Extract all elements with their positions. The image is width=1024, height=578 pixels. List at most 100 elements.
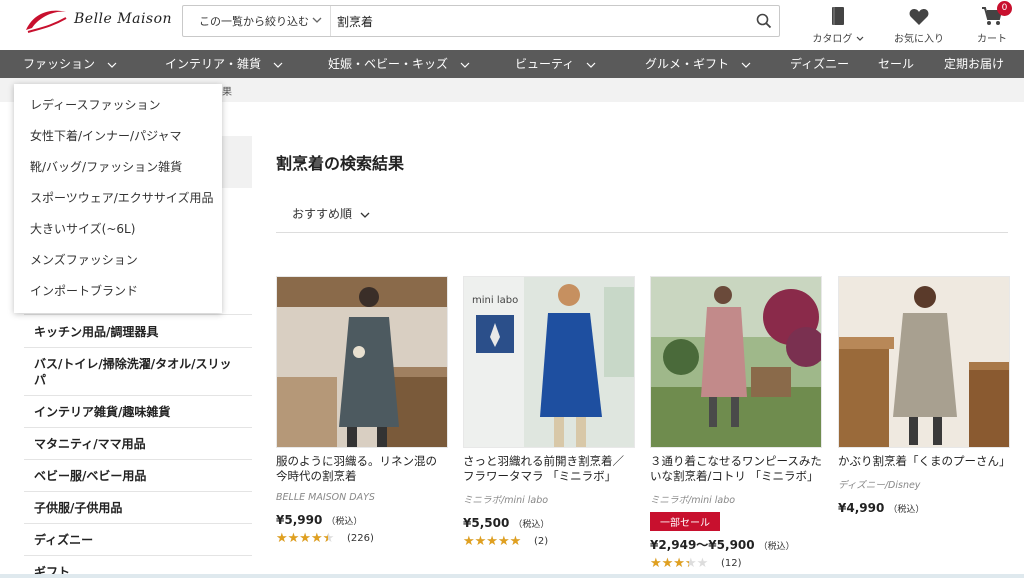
filter-select[interactable]: この一覧から絞り込む: [183, 6, 331, 36]
heart-icon: [909, 9, 929, 25]
product-brand: ミニラボ/mini labo: [463, 495, 549, 506]
nav-item-label: インテリア・雑貨: [165, 57, 262, 71]
category-nav: ファッション インテリア・雑貨 妊娠・ベビー・キッズ ビューティ グルメ・ギフト…: [0, 50, 1024, 78]
sale-badge: 一部セール: [650, 512, 720, 531]
star-rating-icon: ★★★★★★★★★★: [276, 532, 335, 545]
dropdown-item-shoes-bags[interactable]: 靴/バッグ/ファッション雑貨: [14, 152, 222, 183]
nav-item-label: ファッション: [23, 57, 96, 71]
review-count[interactable]: (12): [721, 558, 742, 569]
sidebar-item-label: マタニティ/ママ用品: [34, 437, 146, 451]
fashion-dropdown-menu: レディースファッション 女性下着/インナー/パジャマ 靴/バッグ/ファッション雑…: [14, 84, 222, 313]
product-price: ¥5,990: [276, 513, 323, 527]
product-name[interactable]: かぶり割烹着「くまのプーさん」: [838, 454, 1011, 469]
product-photo-flower-apron: mini labo: [464, 277, 634, 447]
dropdown-item-sportswear[interactable]: スポーツウェア/エクササイズ用品: [14, 183, 222, 214]
sidebar-item-label: キッチン用品/調理器具: [34, 324, 159, 339]
dropdown-item-large-size[interactable]: 大きいサイズ(~6L): [14, 214, 222, 245]
chevron-down-icon: [460, 62, 470, 68]
nav-item-label: セール: [878, 57, 915, 71]
product-photo-pooh-apron: [839, 277, 1009, 447]
chevron-down-icon: [586, 62, 596, 68]
product-name[interactable]: さっと羽織れる前開き割烹着／フラワータマラ 「ミニラボ」: [463, 454, 635, 484]
sidebar-item-label: バス/トイレ/掃除洗濯/タオル/スリッパ: [34, 356, 232, 387]
nav-item-sale[interactable]: セール: [878, 50, 914, 78]
nav-item-interior[interactable]: インテリア・雑貨: [165, 50, 283, 78]
sidebar-item-label: ベビー服/ベビー用品: [34, 469, 147, 483]
dropdown-item-mens[interactable]: メンズファッション: [14, 245, 222, 276]
product-brand: BELLE MAISON DAYS: [276, 492, 375, 503]
nav-item-label: 定期お届け: [944, 57, 1005, 71]
bottom-edge: [0, 574, 1024, 578]
divider: [276, 232, 1008, 233]
product-image[interactable]: mini labo: [463, 276, 635, 448]
product-price: ¥4,990: [838, 501, 885, 515]
review-count[interactable]: (2): [534, 536, 548, 547]
favorites-label: お気に入り: [894, 34, 944, 45]
product-price: ¥2,949〜¥5,900: [650, 538, 755, 552]
tax-label: （税込）: [513, 520, 550, 530]
product-name[interactable]: ３通り着こなせるワンピースみたいな割烹着/コトリ 「ミニラボ」: [650, 454, 822, 484]
nav-item-fashion[interactable]: ファッション: [23, 50, 117, 78]
product-rating: ★★★★★★★★★★ (12): [650, 557, 822, 570]
product-name[interactable]: 服のように羽織る。リネン混の今時代の割烹着: [276, 454, 448, 484]
cart-button[interactable]: 0 カート: [957, 1, 1024, 45]
product-image[interactable]: [838, 276, 1010, 448]
product-card[interactable]: 服のように羽織る。リネン混の今時代の割烹着 BELLE MAISON DAYS …: [276, 276, 448, 545]
sidebar-item-maternity[interactable]: マタニティ/ママ用品: [24, 427, 252, 459]
cart-count-badge: 0: [997, 1, 1012, 16]
product-price: ¥5,500: [463, 516, 510, 530]
nav-item-gourmet-gift[interactable]: グルメ・ギフト: [645, 50, 751, 78]
sidebar-item-label: 子供服/子供用品: [34, 501, 123, 515]
nav-item-disney[interactable]: ディズニー: [790, 50, 849, 78]
product-image[interactable]: [276, 276, 448, 448]
logo[interactable]: Belle Maison: [22, 6, 172, 36]
nav-item-subscription[interactable]: 定期お届け: [944, 50, 1004, 78]
catalog-book-icon: [832, 7, 844, 25]
product-card[interactable]: ３通り着こなせるワンピースみたいな割烹着/コトリ 「ミニラボ」 ミニラボ/min…: [650, 276, 822, 570]
favorites-button[interactable]: お気に入り: [884, 4, 954, 45]
sidebar-item-kitchen[interactable]: キッチン用品/調理器具: [24, 314, 252, 347]
search-bar: この一覧から絞り込む: [182, 5, 780, 37]
product-image[interactable]: [650, 276, 822, 448]
sidebar-item-baby[interactable]: ベビー服/ベビー用品: [24, 459, 252, 491]
sort-select[interactable]: おすすめ順: [292, 205, 370, 222]
nav-item-label: 妊娠・ベビー・キッズ: [328, 57, 449, 71]
product-brand: ディズニー/Disney: [838, 480, 921, 491]
product-rating: ★★★★★ ★★★★★ (2): [463, 535, 635, 548]
sidebar-item-kids[interactable]: 子供服/子供用品: [24, 491, 252, 523]
page-title: 割烹着の検索結果: [276, 154, 405, 173]
sidebar-item-disney[interactable]: ディズニー: [24, 523, 252, 555]
chevron-down-icon: [273, 62, 283, 68]
logo-swoosh-icon: [26, 10, 67, 33]
product-brand: ミニラボ/mini labo: [650, 495, 736, 506]
dropdown-item-import[interactable]: インポートブランド: [14, 276, 222, 307]
catalog-button[interactable]: カタログ: [803, 4, 873, 45]
nav-item-label: ビューティ: [515, 57, 575, 71]
catalog-label: カタログ: [812, 34, 853, 45]
review-count[interactable]: (226): [347, 533, 374, 544]
chevron-down-icon: [856, 36, 864, 41]
search-icon: [756, 13, 772, 29]
product-photo-kitchen-apron: [277, 277, 447, 447]
sidebar-item-bath[interactable]: バス/トイレ/掃除洗濯/タオル/スリッパ: [24, 347, 252, 395]
dropdown-item-innerwear[interactable]: 女性下着/インナー/パジャマ: [14, 121, 222, 152]
dropdown-item-ladies[interactable]: レディースファッション: [14, 90, 222, 121]
search-button[interactable]: [749, 6, 779, 36]
logo-text: Belle Maison: [74, 11, 173, 27]
nav-item-beauty[interactable]: ビューティ: [515, 50, 596, 78]
product-card[interactable]: mini labo さっと羽織れる前開き割烹着／フラワータマラ 「ミニラボ」 ミ…: [463, 276, 635, 548]
nav-item-baby-kids[interactable]: 妊娠・ベビー・キッズ: [328, 50, 470, 78]
tax-label: （税込）: [326, 517, 363, 527]
sort-label: おすすめ順: [292, 207, 353, 221]
search-input[interactable]: [331, 6, 749, 36]
product-card[interactable]: かぶり割烹着「くまのプーさん」 ディズニー/Disney ¥4,990 （税込）: [838, 276, 1011, 516]
sidebar-item-interior-goods[interactable]: インテリア雑貨/趣味雑貨: [24, 395, 252, 427]
brand-logo-text: mini labo: [472, 295, 518, 306]
star-rating-icon: ★★★★★★★★★★: [650, 557, 709, 570]
tax-label: （税込）: [758, 542, 795, 552]
breadcrumb-text: 果: [222, 87, 232, 98]
chevron-down-icon: [741, 62, 751, 68]
nav-item-label: グルメ・ギフト: [645, 57, 730, 71]
cart-label: カート: [977, 34, 1007, 45]
nav-item-label: ディズニー: [790, 57, 850, 71]
